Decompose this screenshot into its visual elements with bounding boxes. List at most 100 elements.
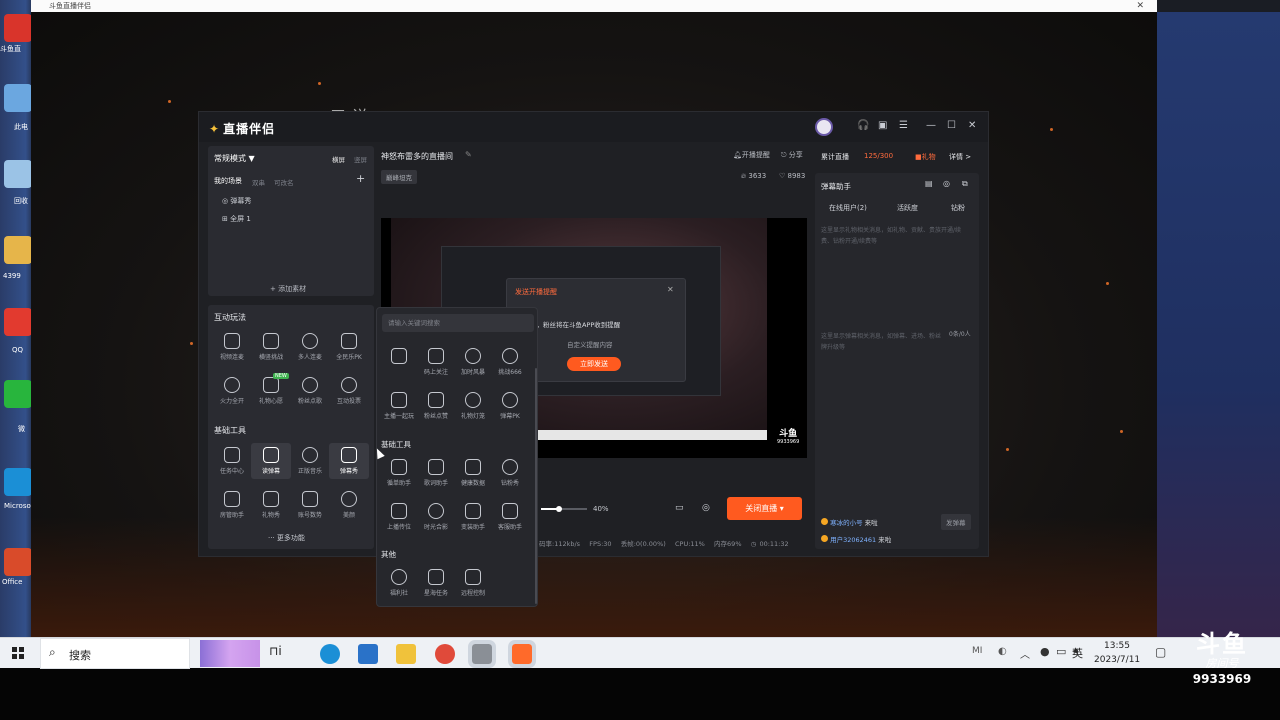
clock-time[interactable]: 13:55 [1104,641,1130,651]
stream-tag[interactable]: 巅峰坦克 [381,170,417,184]
tool-multi-link[interactable]: 多人连麦 [290,333,330,361]
popup-tool[interactable]: 健康数据 [453,459,493,487]
close-icon[interactable]: ✕ [968,120,976,131]
tool-search-input[interactable]: 请输入关键词搜索 [382,314,534,332]
add-scene-icon[interactable]: + [356,172,365,185]
popup-tool[interactable]: 福利社 [379,569,419,597]
tray-icon[interactable]: ◐ [998,646,1007,657]
scene-tab[interactable]: 双串 [252,177,265,187]
popup-tool[interactable]: 变装助手 [453,503,493,531]
tool-stats[interactable]: 账号数势 [290,491,330,519]
popup-tool[interactable]: 歌词助手 [416,459,456,487]
notification-icon[interactable]: ▢ [1155,645,1166,659]
message-icon[interactable]: ▣ [878,120,887,131]
popup-tool[interactable]: 挑战666 [490,348,530,376]
app-running-icon[interactable] [468,640,496,668]
wechat-icon[interactable] [4,380,32,408]
tray-app-icon[interactable]: MI [972,646,982,656]
douyu-companion-icon[interactable] [508,640,536,668]
tool-gift-show[interactable]: 礼物秀 [251,491,291,519]
tool-video-link[interactable]: 视频连麦 [212,333,252,361]
stream-title[interactable]: 神怒布雷多的直播间 [381,151,453,162]
add-material-button[interactable]: + 添加素材 [270,284,306,294]
chevron-up-icon[interactable]: ︿ [1020,646,1030,661]
tool-challenge[interactable]: 横竖挑战 [251,333,291,361]
tool-song[interactable]: 粉丝点歌 [290,377,330,405]
scene-item[interactable]: ◎ 弹幕秀 [222,196,251,206]
popup-tool[interactable]: 时光合影 [416,503,456,531]
network-icon[interactable]: ▭ [1056,645,1066,658]
orient-horizontal[interactable]: 横屏 [332,154,345,164]
scene-tab[interactable]: 可改名 [274,177,294,187]
volume-slider[interactable] [541,506,587,512]
detail-link[interactable]: 详情 > [949,152,971,162]
qq-game-icon[interactable] [435,644,455,664]
office-icon[interactable] [4,548,32,576]
camera-icon[interactable]: ▭ [675,503,684,513]
settings-icon[interactable]: ◎ [702,503,710,513]
tool-danmu-show[interactable]: 弹幕秀 [329,443,369,479]
popup-tool[interactable]: 码上关注 [416,348,456,376]
send-danmu-button[interactable]: 发弹幕 [941,514,971,530]
tool-tasks[interactable]: 任务中心 [212,447,252,475]
edit-icon[interactable]: ✎ [465,150,472,159]
tool-gift-wish[interactable]: 礼物心愿 NEW [251,373,291,405]
file-explorer-icon[interactable] [396,644,416,664]
close-live-button[interactable]: 关闭直播 ▾ [727,497,802,520]
popup-tool[interactable]: 钻粉秀 [490,459,530,487]
popup-tool[interactable]: 上播传位 [379,503,419,531]
popup-tool[interactable]: 循单助手 [379,459,419,487]
this-pc-icon[interactable] [4,84,32,112]
popup-tool[interactable]: 星海任务 [416,569,456,597]
share-button[interactable]: ⎋ 分享 [781,150,803,160]
orient-vertical[interactable]: 竖屏 [354,154,367,164]
mode-select[interactable]: 常规模式 ▼ [214,153,255,164]
notify-button[interactable]: 🔔︎开播提醒 [733,150,770,160]
send-now-button[interactable]: 立即发送 [567,357,621,371]
popup-tool[interactable]: 粉丝点赞 [416,392,456,420]
headset-icon[interactable]: 🎧 [857,120,869,131]
menu-icon[interactable]: ☰ [899,120,908,131]
task-view-icon[interactable]: ⊓i [269,644,289,664]
mail-icon[interactable] [358,644,378,664]
popout-icon[interactable]: ⧉ [962,179,968,189]
close-icon[interactable]: ✕ [1136,0,1144,12]
scene-item[interactable]: ⊞ 全屏 1 [222,214,251,224]
popup-tool[interactable]: 弹幕PK [490,392,530,420]
tool-fire[interactable]: 火力全开 [212,377,252,405]
more-functions-button[interactable]: ··· 更多功能 [268,533,305,543]
tool-vote[interactable]: 互动投票 [329,377,369,405]
mic-icon[interactable]: ● [1040,645,1050,658]
taskbar-search[interactable]: ⌕ 搜索 [40,638,190,669]
gift-tag[interactable]: ■礼物 [915,152,936,162]
avatar[interactable] [815,118,833,136]
edge-icon[interactable] [320,644,340,664]
tab-online-users[interactable]: 在线用户(2) [829,203,867,213]
ime-indicator[interactable]: 英 [1072,645,1083,661]
clock-date[interactable]: 2023/7/11 [1094,655,1140,665]
tool-beauty[interactable]: 美颜 [329,491,369,519]
qq-icon[interactable] [4,308,32,336]
doc-icon[interactable]: ▤ [925,179,933,188]
tool-read-danmu[interactable]: 读弹幕 [251,443,291,479]
settings-icon[interactable]: ◎ [943,179,950,188]
tool-pk[interactable]: 全民乐PK [329,333,369,361]
tab-diamond-fans[interactable]: 钻粉 [951,203,965,213]
tool-music[interactable]: 正版音乐 [290,447,330,475]
popup-tool[interactable]: 礼物灯笼 [453,392,493,420]
game-4399-icon[interactable] [4,236,32,264]
app-shortcut-icon[interactable] [4,14,32,42]
popup-tool[interactable]: 主播一起玩 [379,392,419,420]
popup-tool[interactable]: 远程控制 [453,569,493,597]
recycle-bin-icon[interactable] [4,160,32,188]
popup-tool[interactable]: 客服助手 [490,503,530,531]
popup-tool[interactable]: 加时风暴 [453,348,493,376]
edge-icon[interactable] [4,468,32,496]
tab-activity[interactable]: 活跃度 [897,203,918,213]
maximize-icon[interactable]: ☐ [947,120,956,131]
popup-tool[interactable] [379,348,419,367]
minimize-icon[interactable]: — [926,120,936,131]
close-icon[interactable]: ✕ [667,285,674,294]
tool-room-admin[interactable]: 房管助手 [212,491,252,519]
windows-start-icon[interactable] [12,647,24,659]
